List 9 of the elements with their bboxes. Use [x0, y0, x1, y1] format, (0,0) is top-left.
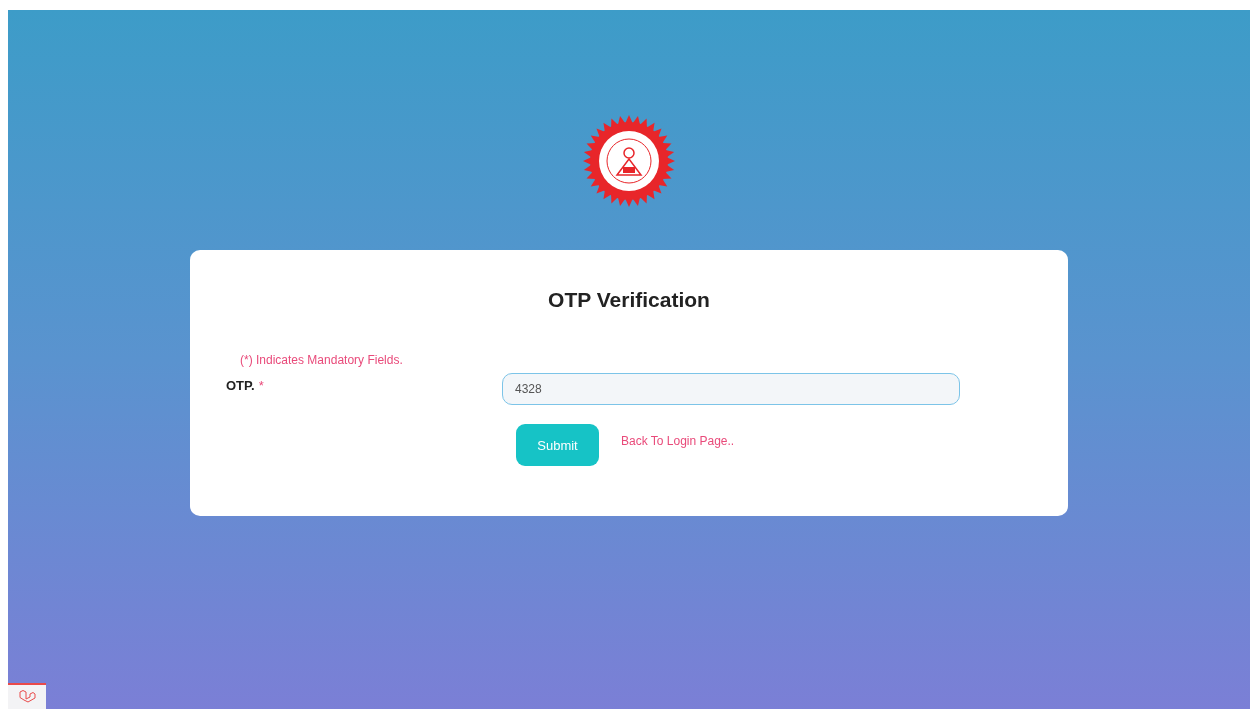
required-mark: * — [258, 378, 264, 395]
submit-button[interactable]: Submit — [516, 424, 599, 466]
mandatory-note: (*) Indicates Mandatory Fields. — [240, 353, 403, 367]
otp-label: OTP. — [226, 378, 255, 395]
framework-logo-icon — [18, 689, 36, 705]
otp-input-field[interactable]: 4328 — [502, 373, 960, 405]
back-to-login-link[interactable]: Back To Login Page.. — [621, 434, 735, 448]
form-title: OTP Verification — [547, 288, 711, 312]
framework-badge[interactable] — [8, 683, 46, 709]
